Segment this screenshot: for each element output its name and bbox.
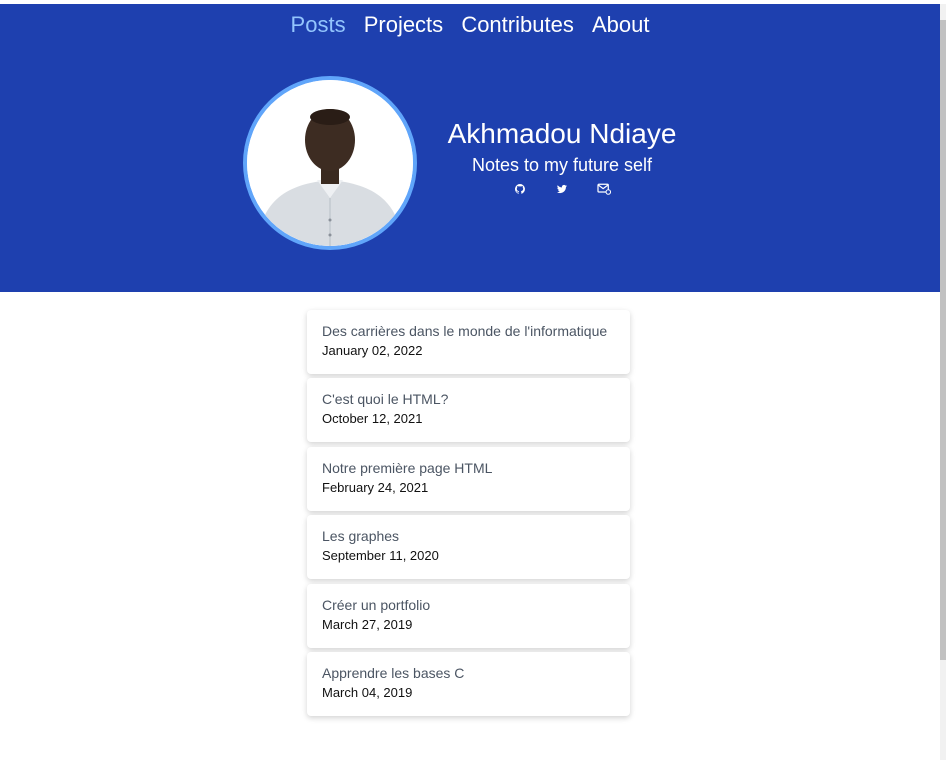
post-date: January 02, 2022 xyxy=(322,343,423,358)
post-title: Apprendre les bases C xyxy=(322,664,465,681)
main-nav: Posts Projects Contributes About xyxy=(0,12,940,38)
nav-contributes[interactable]: Contributes xyxy=(461,12,574,38)
post-list: Des carrières dans le monde de l'informa… xyxy=(307,310,630,720)
twitter-icon[interactable] xyxy=(555,182,569,196)
post-card[interactable]: Créer un portfolio March 27, 2019 xyxy=(307,583,630,648)
post-date: March 27, 2019 xyxy=(322,616,413,632)
social-links xyxy=(432,182,692,196)
profile-info: Akhmadou Ndiaye Notes to my future self xyxy=(432,116,692,196)
post-date: September 11, 2020 xyxy=(322,548,439,564)
nav-about[interactable]: About xyxy=(592,12,650,38)
profile-name: Akhmadou Ndiaye xyxy=(447,118,677,149)
post-title: Les graphes xyxy=(322,528,400,545)
post-title: C'est quoi le HTML? xyxy=(322,391,449,408)
profile-tagline: Notes to my future self xyxy=(471,155,653,175)
scrollbar-thumb[interactable] xyxy=(940,20,946,660)
nav-projects[interactable]: Projects xyxy=(364,12,443,38)
github-icon[interactable] xyxy=(513,182,527,196)
post-title: Créer un portfolio xyxy=(322,596,431,613)
nav-posts[interactable]: Posts xyxy=(291,12,346,38)
post-card[interactable]: Les graphes September 11, 2020 xyxy=(307,515,630,580)
mail-icon[interactable] xyxy=(597,182,611,196)
post-date: February 24, 2021 xyxy=(322,479,429,495)
avatar xyxy=(243,76,417,250)
post-date: March 04, 2019 xyxy=(322,684,413,700)
post-card[interactable]: C'est quoi le HTML? October 12, 2021 xyxy=(307,378,630,443)
post-card[interactable]: Apprendre les bases C March 04, 2019 xyxy=(307,651,630,716)
post-title: Des carrières dans le monde de l'informa… xyxy=(322,323,608,339)
profile-header: Posts Projects Contributes About Akhmado… xyxy=(0,4,940,292)
post-title: Notre première page HTML xyxy=(322,459,493,476)
post-card[interactable]: Notre première page HTML February 24, 20… xyxy=(307,446,630,511)
post-date: October 12, 2021 xyxy=(322,411,423,427)
post-card[interactable]: Des carrières dans le monde de l'informa… xyxy=(307,310,630,374)
